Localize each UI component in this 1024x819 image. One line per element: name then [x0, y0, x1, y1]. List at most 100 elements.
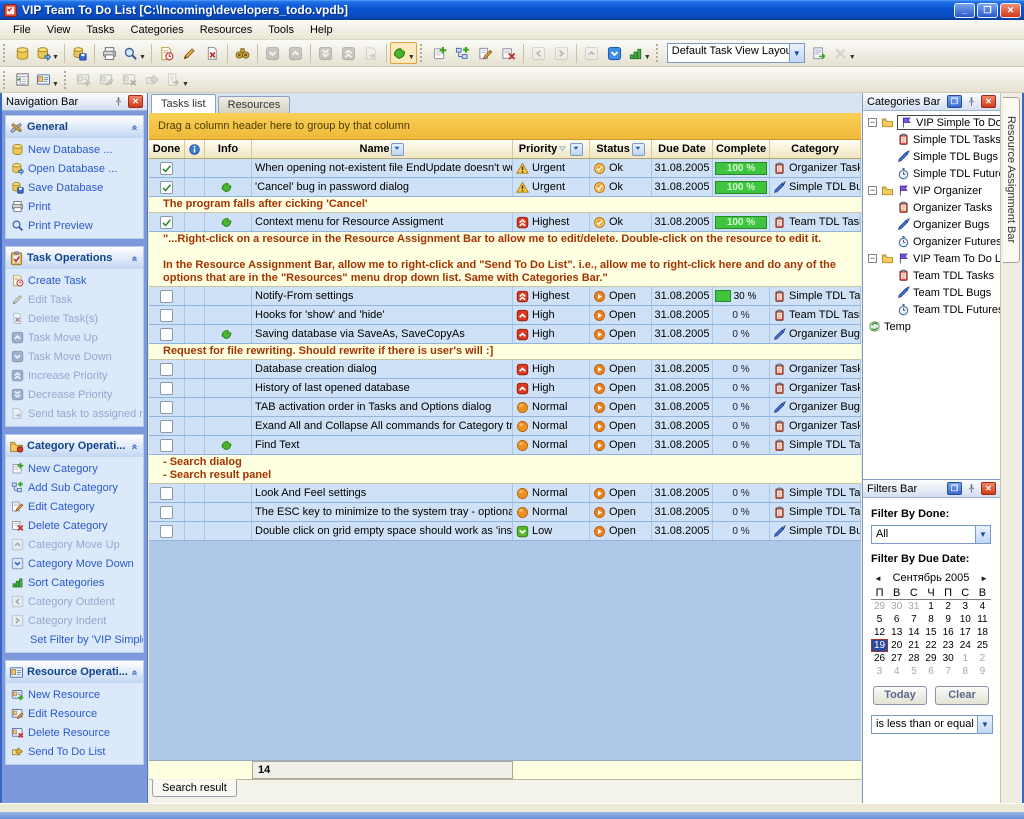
filters-bar-close-icon[interactable]: ✕	[981, 482, 996, 495]
note-row[interactable]: "...Right-click on a resource in the Res…	[149, 232, 861, 287]
task-row[interactable]: The ESC key to minimize to the system tr…	[149, 503, 861, 522]
toolbar-grip[interactable]	[64, 71, 68, 89]
sort-categories-button[interactable]: ▼	[626, 42, 653, 64]
chevron-down-icon[interactable]: ▼	[52, 54, 59, 63]
categories-bar-pin-icon[interactable]	[964, 95, 979, 108]
chevron-down-icon[interactable]: ▼	[182, 81, 189, 90]
calendar-day[interactable]: 9	[940, 613, 957, 626]
calendar-day[interactable]: 26	[871, 652, 888, 665]
minimize-button[interactable]: _	[954, 3, 975, 18]
due-date-compare-select[interactable]: is less than or equal to ▼	[871, 715, 993, 734]
calendar-day[interactable]: 13	[888, 626, 905, 639]
nav-group-header-general[interactable]: General	[6, 116, 143, 138]
nav-item-set-filter-by-vip-simple-t[interactable]: Set Filter by 'VIP Simple T...	[6, 630, 143, 649]
tree-item-organizer-futures[interactable]: Organizer Futures	[865, 233, 1000, 250]
done-checkbox[interactable]	[160, 162, 173, 175]
calendar-day[interactable]: 15	[922, 626, 939, 639]
resources-view-button[interactable]: ▼	[34, 69, 61, 91]
menu-resources[interactable]: Resources	[192, 21, 261, 39]
pin-icon[interactable]	[111, 95, 126, 108]
done-checkbox[interactable]	[160, 439, 173, 452]
create-task-button[interactable]	[155, 42, 178, 64]
done-checkbox[interactable]	[160, 420, 173, 433]
done-checkbox[interactable]	[160, 487, 173, 500]
toolbar-grip[interactable]	[656, 44, 660, 62]
nav-item-edit-category[interactable]: Edit Category	[6, 497, 143, 516]
filters-bar-restore-icon[interactable]: ❐	[947, 482, 962, 495]
menu-help[interactable]: Help	[302, 21, 341, 39]
nav-group-header-category-operati[interactable]: Category Operati...	[6, 435, 143, 457]
nav-item-delete-category[interactable]: Delete Category	[6, 516, 143, 535]
delete-task-button[interactable]	[201, 42, 224, 64]
tab-search-result[interactable]: Search result	[152, 779, 237, 797]
calendar-day[interactable]: 30	[940, 652, 957, 665]
done-checkbox[interactable]	[160, 382, 173, 395]
tree-expander-icon[interactable]: −	[868, 118, 877, 127]
sort-icon[interactable]	[632, 143, 645, 156]
done-checkbox[interactable]	[160, 216, 173, 229]
calendar-day[interactable]: 6	[888, 613, 905, 626]
tab-resources[interactable]: Resources	[218, 96, 291, 113]
tree-item-team-tdl-bugs[interactable]: Team TDL Bugs	[865, 284, 1000, 301]
calendar-day[interactable]: 3	[957, 600, 974, 613]
tree-expander-icon[interactable]: −	[868, 186, 877, 195]
note-row[interactable]: The program falls after cicking 'Cancel'	[149, 197, 861, 213]
calendar-day[interactable]: 23	[940, 639, 957, 652]
done-checkbox[interactable]	[160, 363, 173, 376]
new-database-button[interactable]	[11, 42, 34, 64]
task-row[interactable]: Look And Feel settingsNormalOpen31.08.20…	[149, 484, 861, 503]
nav-item-category-outdent[interactable]: Category Outdent	[6, 592, 143, 611]
nav-item-new-category[interactable]: New Category	[6, 459, 143, 478]
save-database-button[interactable]	[68, 42, 91, 64]
nav-item-edit-task[interactable]: Edit Task	[6, 290, 143, 309]
calendar-day-selected[interactable]: 19	[871, 639, 888, 652]
calendar-day[interactable]: 2	[974, 652, 991, 665]
done-checkbox[interactable]	[160, 328, 173, 341]
calendar-day[interactable]: 29	[922, 652, 939, 665]
nav-item-edit-resource[interactable]: Edit Resource	[6, 704, 143, 723]
calendar-day[interactable]: 22	[922, 639, 939, 652]
tree-item-team-tdl-futures[interactable]: Team TDL Futures	[865, 301, 1000, 318]
calendar-day[interactable]: 12	[871, 626, 888, 639]
nav-item-create-task[interactable]: Create Task	[6, 271, 143, 290]
chevron-down-icon[interactable]: ▼	[644, 54, 651, 63]
done-checkbox[interactable]	[160, 309, 173, 322]
find-button[interactable]	[231, 42, 254, 64]
calendar-day[interactable]: 20	[888, 639, 905, 652]
calendar-day[interactable]: 31	[905, 600, 922, 613]
calendar-day[interactable]: 16	[940, 626, 957, 639]
nav-item-increase-priority[interactable]: Increase Priority	[6, 366, 143, 385]
task-row[interactable]: Notify-From settingsHighestOpen31.08.200…	[149, 287, 861, 306]
chevron-down-icon[interactable]: ▼	[52, 81, 59, 90]
group-by-hint[interactable]: Drag a column header here to group by th…	[149, 113, 861, 140]
task-row[interactable]: Exand All and Collapse All commands for …	[149, 417, 861, 436]
collapse-icon[interactable]	[129, 667, 140, 678]
sort-icon[interactable]	[391, 143, 404, 156]
add-sub-category-button[interactable]	[451, 42, 474, 64]
calendar-day[interactable]: 8	[957, 665, 974, 678]
tree-item-simple-tdl-tasks[interactable]: Simple TDL Tasks	[865, 131, 1000, 148]
task-row[interactable]: When opening not-existent file EndUpdate…	[149, 159, 861, 178]
nav-item-add-sub-category[interactable]: Add Sub Category	[6, 478, 143, 497]
task-row[interactable]: Database creation dialogHighOpen31.08.20…	[149, 360, 861, 379]
tree-item-temp[interactable]: Temp	[865, 318, 1000, 335]
column-header-name[interactable]: Name	[252, 140, 513, 158]
nav-item-save-database[interactable]: Save Database	[6, 178, 143, 197]
done-checkbox[interactable]	[160, 525, 173, 538]
calendar-day[interactable]: 21	[905, 639, 922, 652]
menu-tools[interactable]: Tools	[260, 21, 302, 39]
sort-icon[interactable]	[570, 143, 583, 156]
collapse-icon[interactable]	[129, 253, 140, 264]
calendar-day[interactable]: 9	[974, 665, 991, 678]
filter-done-select[interactable]: All ▼	[871, 525, 991, 544]
tree-item-vip-team-to-do-list[interactable]: −VIP Team To Do List	[865, 250, 1000, 267]
menu-categories[interactable]: Categories	[123, 21, 192, 39]
today-button[interactable]: Today	[873, 686, 927, 705]
tree-item-team-tdl-tasks[interactable]: Team TDL Tasks	[865, 267, 1000, 284]
calendar-day[interactable]: 17	[957, 626, 974, 639]
chevron-down-icon[interactable]: ▼	[789, 44, 804, 62]
calendar-day[interactable]: 2	[940, 600, 957, 613]
calendar-day[interactable]: 4	[974, 600, 991, 613]
nav-item-category-indent[interactable]: Category Indent	[6, 611, 143, 630]
tab-tasks-list[interactable]: Tasks list	[151, 94, 216, 113]
